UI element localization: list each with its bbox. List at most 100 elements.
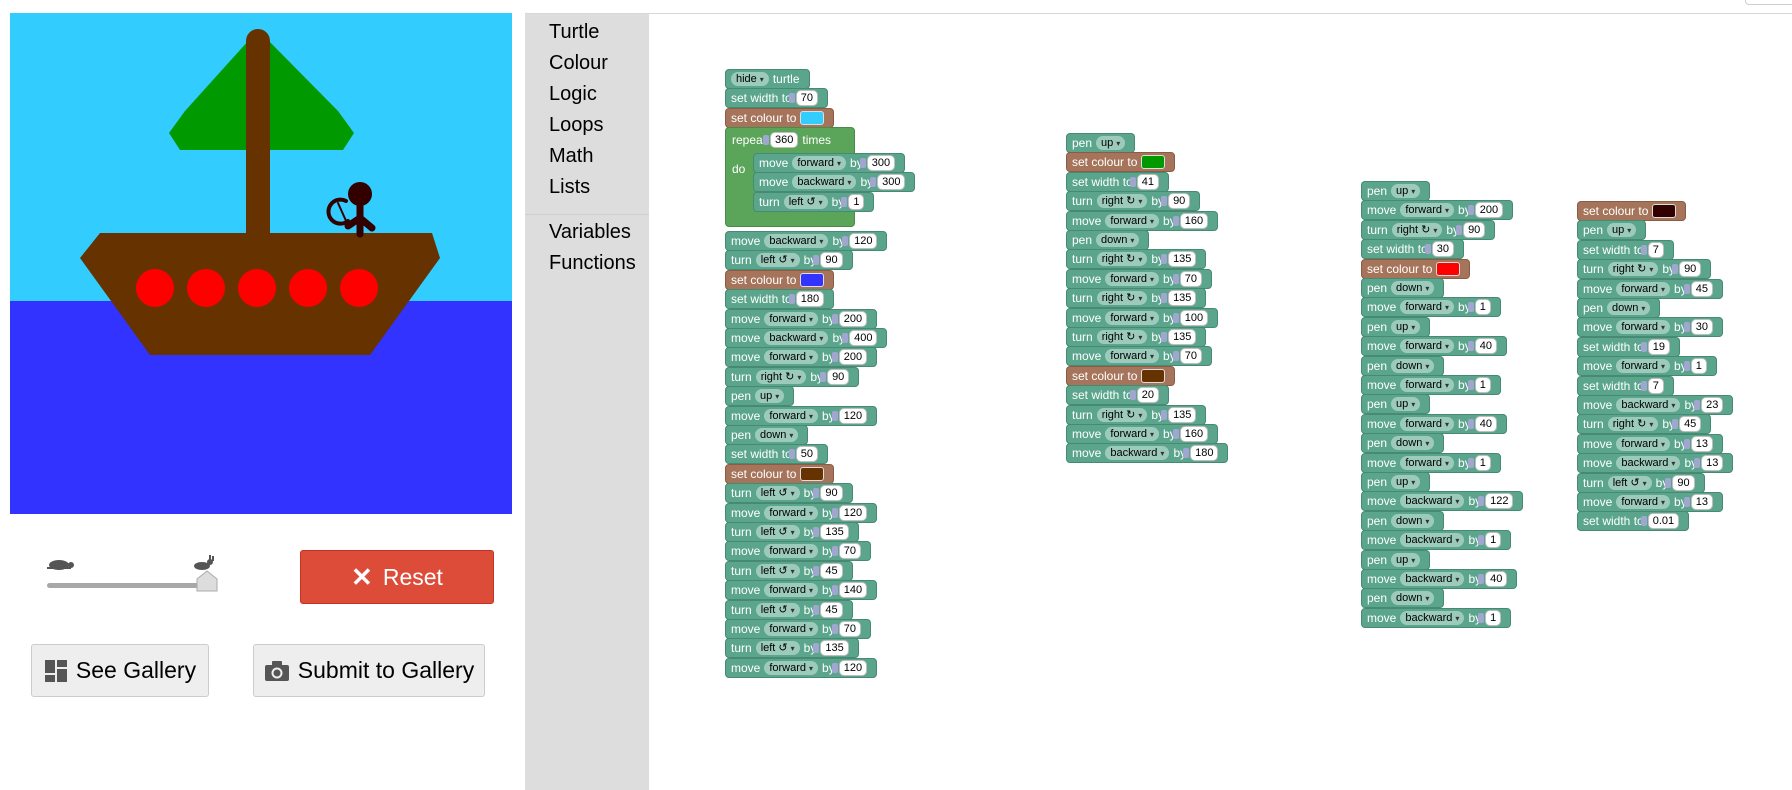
block-pen[interactable]: pen up ▾ bbox=[1361, 181, 1431, 201]
number-input[interactable]: 160 bbox=[1172, 213, 1209, 229]
number-input[interactable]: 135 bbox=[1160, 329, 1197, 345]
number-input[interactable]: 135 bbox=[813, 640, 849, 656]
number-input[interactable]: 200 bbox=[831, 311, 868, 327]
number-input[interactable]: 40 bbox=[1467, 416, 1497, 432]
block-move[interactable]: move backward ▾ by 300 bbox=[753, 172, 916, 192]
block-dropdown[interactable]: forward ▾ bbox=[764, 622, 819, 636]
block-move[interactable]: move forward ▾ by 40 bbox=[1361, 336, 1507, 356]
block-dropdown[interactable]: down ▾ bbox=[1391, 514, 1435, 528]
block-dropdown[interactable]: left ↺ ▾ bbox=[755, 641, 800, 655]
block-dropdown[interactable]: right ↻ ▾ bbox=[1607, 417, 1659, 431]
number-input[interactable]: 40 bbox=[1467, 338, 1497, 354]
number-input[interactable]: 300 bbox=[859, 155, 896, 171]
block-dropdown[interactable]: forward ▾ bbox=[1105, 427, 1160, 441]
submit-to-gallery-button[interactable]: Submit to Gallery bbox=[253, 644, 485, 697]
slider-track[interactable] bbox=[47, 583, 207, 588]
toolbox-category-logic[interactable]: Logic bbox=[549, 83, 597, 106]
block-move[interactable]: move backward ▾ by 180 bbox=[1066, 443, 1229, 463]
number-input[interactable]: 300 bbox=[870, 174, 906, 190]
block-move[interactable]: move backward ▾ by 122 bbox=[1361, 491, 1524, 511]
block-move[interactable]: move backward ▾ by 23 bbox=[1577, 395, 1734, 415]
block-dropdown[interactable]: down ▾ bbox=[1096, 233, 1140, 247]
block-turtle[interactable]: hide ▾ turtle bbox=[725, 69, 810, 89]
block-dropdown[interactable]: forward ▾ bbox=[764, 661, 819, 675]
block-dropdown[interactable]: up ▾ bbox=[1391, 553, 1421, 567]
block-dropdown[interactable]: forward ▾ bbox=[792, 156, 847, 170]
block-turn[interactable]: turn right ↻ ▾ by 45 bbox=[1577, 414, 1712, 434]
block-dropdown[interactable]: forward ▾ bbox=[764, 583, 819, 597]
block-dropdown[interactable]: forward ▾ bbox=[1616, 359, 1671, 373]
number-input[interactable]: 20 bbox=[1129, 387, 1159, 403]
block-dropdown[interactable]: left ↺ ▾ bbox=[755, 603, 800, 617]
block-dropdown[interactable]: forward ▾ bbox=[1105, 349, 1160, 363]
block-dropdown[interactable]: forward ▾ bbox=[1616, 320, 1671, 334]
number-input[interactable]: 30 bbox=[1424, 241, 1454, 257]
number-input[interactable]: 70 bbox=[1172, 348, 1202, 364]
block-set-width-to[interactable]: set width to 30 bbox=[1361, 239, 1464, 259]
block-pen[interactable]: pen up ▾ bbox=[1066, 133, 1136, 153]
number-input[interactable]: 1 bbox=[1467, 299, 1491, 315]
block-move[interactable]: move forward ▾ by 200 bbox=[1361, 200, 1514, 220]
block-set-colour-to[interactable]: set colour to bbox=[1577, 201, 1687, 221]
colour-swatch[interactable] bbox=[1141, 369, 1166, 383]
number-input[interactable]: 90 bbox=[819, 369, 850, 385]
see-gallery-button[interactable]: See Gallery bbox=[31, 644, 209, 697]
number-input[interactable]: 180 bbox=[1183, 445, 1219, 461]
number-input[interactable]: 70 bbox=[831, 543, 861, 559]
block-set-colour-to[interactable]: set colour to bbox=[725, 270, 835, 290]
number-input[interactable]: 90 bbox=[813, 485, 843, 501]
block-move[interactable]: move backward ▾ by 1 bbox=[1361, 530, 1512, 550]
block-move[interactable]: move forward ▾ by 120 bbox=[725, 658, 878, 678]
block-turn[interactable]: turn right ↻ ▾ by 135 bbox=[1066, 249, 1207, 269]
number-input[interactable]: 19 bbox=[1640, 339, 1670, 355]
block-turn[interactable]: turn right ↻ ▾ by 135 bbox=[1066, 288, 1207, 308]
block-move[interactable]: move forward ▾ by 1 bbox=[1361, 297, 1501, 317]
number-input[interactable]: 45 bbox=[1671, 416, 1702, 432]
block-move[interactable]: move forward ▾ by 45 bbox=[1577, 279, 1723, 299]
number-input[interactable]: 400 bbox=[842, 330, 878, 346]
block-dropdown[interactable]: forward ▾ bbox=[1400, 300, 1455, 314]
colour-swatch[interactable] bbox=[1652, 204, 1677, 218]
toolbox-category-colour[interactable]: Colour bbox=[549, 52, 608, 75]
block-dropdown[interactable]: right ↻ ▾ bbox=[1096, 194, 1148, 208]
colour-swatch[interactable] bbox=[1436, 262, 1461, 276]
number-input[interactable]: 7 bbox=[1640, 242, 1664, 258]
number-input[interactable]: 120 bbox=[842, 233, 878, 249]
reset-button[interactable]: ✕ Reset bbox=[300, 550, 494, 604]
block-move[interactable]: move forward ▾ by 300 bbox=[753, 153, 906, 173]
block-dropdown[interactable]: up ▾ bbox=[1391, 397, 1421, 411]
number-input[interactable]: 160 bbox=[1172, 426, 1209, 442]
block-move[interactable]: move forward ▾ by 1 bbox=[1577, 356, 1717, 376]
colour-swatch[interactable] bbox=[1141, 155, 1166, 169]
block-dropdown[interactable]: left ↺ ▾ bbox=[783, 195, 828, 209]
block-set-width-to[interactable]: set width to 70 bbox=[725, 88, 828, 108]
block-move[interactable]: move backward ▾ by 120 bbox=[725, 231, 888, 251]
number-input[interactable]: 1 bbox=[841, 194, 865, 210]
block-set-colour-to[interactable]: set colour to bbox=[725, 108, 835, 128]
block-move[interactable]: move forward ▾ by 1 bbox=[1361, 375, 1501, 395]
block-dropdown[interactable]: forward ▾ bbox=[1400, 203, 1455, 217]
block-dropdown[interactable]: forward ▾ bbox=[764, 544, 819, 558]
block-move[interactable]: move forward ▾ by 200 bbox=[725, 347, 878, 367]
block-set-width-to[interactable]: set width to 7 bbox=[1577, 376, 1674, 396]
number-input[interactable]: 100 bbox=[1172, 310, 1209, 326]
block-turn[interactable]: turn right ↻ ▾ by 90 bbox=[725, 367, 860, 387]
block-dropdown[interactable]: forward ▾ bbox=[1400, 339, 1455, 353]
block-dropdown[interactable]: down ▾ bbox=[1391, 591, 1435, 605]
block-dropdown[interactable]: down ▾ bbox=[755, 428, 799, 442]
block-move[interactable]: move forward ▾ by 100 bbox=[1066, 308, 1219, 328]
block-turn[interactable]: turn left ↺ ▾ by 45 bbox=[725, 561, 853, 581]
block-dropdown[interactable]: forward ▾ bbox=[1616, 495, 1671, 509]
block-turn[interactable]: turn left ↺ ▾ by 90 bbox=[725, 250, 853, 270]
block-dropdown[interactable]: left ↺ ▾ bbox=[755, 486, 800, 500]
block-turn[interactable]: turn left ↺ ▾ by 135 bbox=[725, 638, 859, 658]
block-dropdown[interactable]: right ↻ ▾ bbox=[1391, 223, 1443, 237]
block-dropdown[interactable]: down ▾ bbox=[1607, 301, 1651, 315]
block-dropdown[interactable]: forward ▾ bbox=[764, 506, 819, 520]
block-dropdown[interactable]: backward ▾ bbox=[1616, 456, 1681, 470]
block-dropdown[interactable]: forward ▾ bbox=[1400, 378, 1455, 392]
block-dropdown[interactable]: forward ▾ bbox=[764, 409, 819, 423]
block-dropdown[interactable]: forward ▾ bbox=[1105, 311, 1160, 325]
block-dropdown[interactable]: up ▾ bbox=[1096, 136, 1126, 150]
block-turn[interactable]: turn left ↺ ▾ by 90 bbox=[725, 483, 853, 503]
